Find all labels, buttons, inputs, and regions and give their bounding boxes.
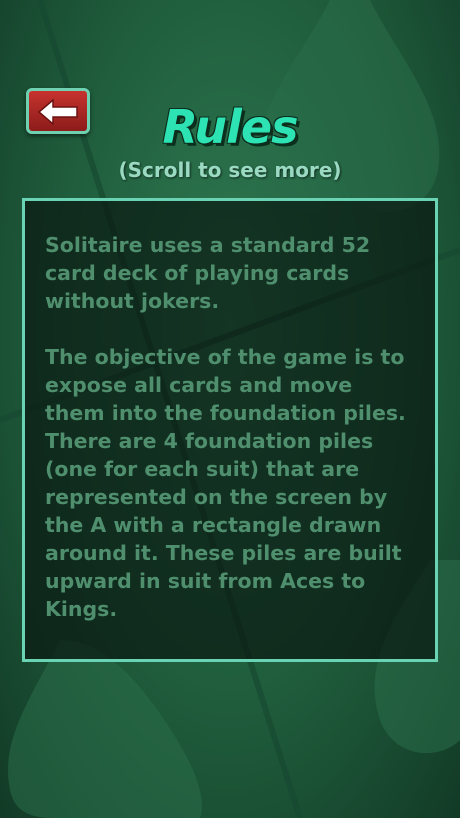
rules-text: Solitaire uses a standard 52 card deck o… — [45, 231, 417, 651]
scroll-hint: (Scroll to see more) — [118, 158, 342, 182]
rules-panel[interactable]: Solitaire uses a standard 52 card deck o… — [22, 198, 438, 662]
rules-paragraph: The objective of the game is to expose a… — [45, 345, 406, 621]
page-title: Rules — [162, 100, 299, 154]
rules-paragraph: Solitaire uses a standard 52 card deck o… — [45, 233, 371, 313]
